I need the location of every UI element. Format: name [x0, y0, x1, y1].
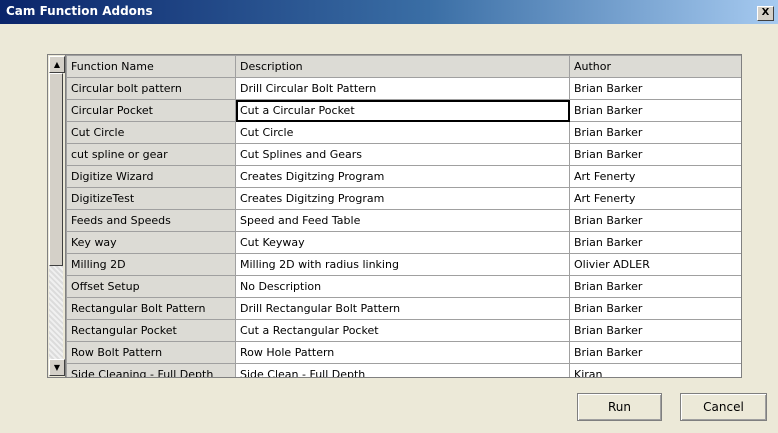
cell-author[interactable]: Brian Barker [569, 143, 741, 166]
addons-grid: ▲ ▼ Function Name Description Author Cir… [47, 54, 742, 378]
cell-function-name[interactable]: cut spline or gear [66, 143, 236, 166]
cell-function-name[interactable]: Row Bolt Pattern [66, 341, 236, 364]
table-row[interactable]: Offset Setup No Description Brian Barker [66, 275, 741, 298]
column-header-function-name[interactable]: Function Name [66, 55, 236, 78]
cell-author[interactable]: Art Fenerty [569, 165, 741, 188]
cell-description[interactable]: Milling 2D with radius linking [235, 253, 570, 276]
close-button[interactable]: X [757, 6, 774, 21]
cell-function-name[interactable]: Offset Setup [66, 275, 236, 298]
table-row[interactable]: Rectangular Bolt Pattern Drill Rectangula… [66, 297, 741, 320]
title-bar[interactable]: Cam Function Addons X [0, 0, 778, 24]
scroll-up-arrow-icon[interactable]: ▲ [49, 56, 65, 73]
cell-function-name[interactable]: Digitize Wizard [66, 165, 236, 188]
cell-description[interactable]: Creates Digitzing Program [235, 165, 570, 188]
table-row[interactable]: DigitizeTest Creates Digitzing Program Art… [66, 187, 741, 210]
cell-author[interactable]: Brian Barker [569, 77, 741, 100]
cell-author[interactable]: Brian Barker [569, 99, 741, 122]
scroll-thumb[interactable] [49, 73, 63, 266]
scroll-track[interactable] [49, 73, 63, 359]
cell-function-name[interactable]: Rectangular Pocket [66, 319, 236, 342]
cell-function-name[interactable]: Circular Pocket [66, 99, 236, 122]
cell-author[interactable]: Brian Barker [569, 231, 741, 254]
cell-description[interactable]: Speed and Feed Table [235, 209, 570, 232]
cell-description[interactable]: Row Hole Pattern [235, 341, 570, 364]
cell-function-name[interactable]: Feeds and Speeds [66, 209, 236, 232]
dialog-window: Cam Function Addons X ▲ ▼ Function Name … [0, 0, 778, 433]
cell-description[interactable]: Cut a Rectangular Pocket [235, 319, 570, 342]
table-row[interactable]: Feeds and Speeds Speed and Feed Table Bria… [66, 209, 741, 232]
window-title: Cam Function Addons [6, 4, 153, 18]
table-row[interactable]: cut spline or gear Cut Splines and Gears B… [66, 143, 741, 166]
cell-author[interactable]: Brian Barker [569, 319, 741, 342]
functions-table: Function Name Description Author Circula… [66, 55, 741, 377]
cell-author[interactable]: Kiran [569, 363, 741, 377]
cell-author[interactable]: Brian Barker [569, 297, 741, 320]
run-button[interactable]: Run [577, 393, 662, 421]
cell-description[interactable]: Creates Digitzing Program [235, 187, 570, 210]
cell-author[interactable]: Olivier ADLER [569, 253, 741, 276]
cell-author[interactable]: Brian Barker [569, 209, 741, 232]
cell-function-name[interactable]: Cut Circle [66, 121, 236, 144]
table-row[interactable]: Circular Pocket Cut a Circular Pocket Bria… [66, 99, 741, 122]
cell-function-name[interactable]: Side Cleaning - Full Depth [66, 363, 236, 377]
cell-author[interactable]: Art Fenerty [569, 187, 741, 210]
cell-author[interactable]: Brian Barker [569, 341, 741, 364]
vertical-scrollbar[interactable]: ▲ ▼ [48, 55, 66, 377]
cell-function-name[interactable]: Rectangular Bolt Pattern [66, 297, 236, 320]
table-row[interactable]: Milling 2D Milling 2D with radius linking… [66, 253, 741, 276]
table-row[interactable]: Row Bolt Pattern Row Hole Pattern Brian Ba… [66, 341, 741, 364]
cell-description[interactable]: Drill Rectangular Bolt Pattern [235, 297, 570, 320]
table-header-row: Function Name Description Author [66, 55, 741, 78]
cell-description[interactable]: No Description [235, 275, 570, 298]
cell-function-name[interactable]: Milling 2D [66, 253, 236, 276]
cell-description[interactable]: Cut Splines and Gears [235, 143, 570, 166]
cell-description[interactable]: Cut Circle [235, 121, 570, 144]
cell-description[interactable]: Drill Circular Bolt Pattern [235, 77, 570, 100]
cell-function-name[interactable]: Circular bolt pattern [66, 77, 236, 100]
scroll-down-arrow-icon[interactable]: ▼ [49, 359, 65, 376]
table-row[interactable]: Digitize Wizard Creates Digitzing Program… [66, 165, 741, 188]
cell-author[interactable]: Brian Barker [569, 121, 741, 144]
cell-description[interactable]: Side Clean - Full Depth [235, 363, 570, 377]
column-header-description[interactable]: Description [235, 55, 570, 78]
cell-function-name[interactable]: DigitizeTest [66, 187, 236, 210]
table-row[interactable]: Circular bolt pattern Drill Circular Bolt… [66, 77, 741, 100]
cell-description[interactable]: Cut a Circular Pocket [235, 99, 570, 122]
cancel-button[interactable]: Cancel [680, 393, 767, 421]
cell-author[interactable]: Brian Barker [569, 275, 741, 298]
column-header-author[interactable]: Author [569, 55, 741, 78]
cell-function-name[interactable]: Key way [66, 231, 236, 254]
table-row[interactable]: Key way Cut Keyway Brian Barker [66, 231, 741, 254]
cell-description[interactable]: Cut Keyway [235, 231, 570, 254]
table-row[interactable]: Side Cleaning - Full Depth Side Clean - F… [66, 363, 741, 377]
table-row[interactable]: Cut Circle Cut Circle Brian Barker [66, 121, 741, 144]
table-row[interactable]: Rectangular Pocket Cut a Rectangular Pock… [66, 319, 741, 342]
